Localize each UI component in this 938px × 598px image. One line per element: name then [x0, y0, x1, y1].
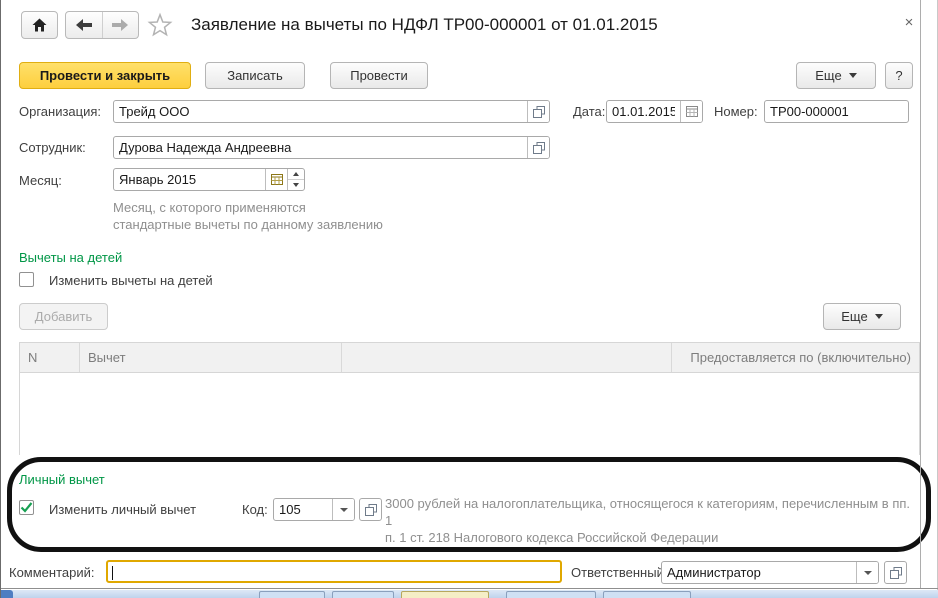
taskbar-button[interactable]: [259, 591, 325, 598]
organization-field: [113, 100, 550, 123]
back-arrow-icon: [75, 19, 92, 31]
spinner-up-button[interactable]: [288, 169, 304, 180]
forward-arrow-icon: [112, 19, 129, 31]
more-button-table[interactable]: Еще: [823, 303, 901, 330]
comment-field: [106, 560, 562, 583]
home-button[interactable]: [21, 11, 58, 39]
deductions-table-body[interactable]: [20, 373, 919, 455]
taskbar-button-active[interactable]: [401, 591, 489, 598]
more-button-top[interactable]: Еще: [796, 62, 876, 89]
change-personal-checkbox-label: Изменить личный вычет: [49, 502, 197, 517]
post-and-close-button[interactable]: Провести и закрыть: [19, 62, 191, 89]
chevron-down-icon: [863, 570, 872, 575]
month-hint-line-1: Месяц, с которого применяются: [113, 200, 306, 215]
code-input[interactable]: [274, 499, 332, 520]
forward-button[interactable]: [103, 12, 139, 38]
responsible-label: Ответственный:: [571, 565, 668, 580]
page-title: Заявление на вычеты по НДФЛ ТР00-000001 …: [191, 15, 658, 34]
personal-section-title: Личный вычет: [19, 472, 105, 487]
employee-field: [113, 136, 550, 159]
taskbar: [1, 590, 938, 598]
responsible-dropdown-button[interactable]: [856, 562, 878, 583]
code-dropdown-button[interactable]: [332, 499, 354, 520]
add-row-button: Добавить: [19, 303, 108, 330]
more-button-table-label: Еще: [841, 309, 868, 324]
date-label: Дата:: [573, 104, 606, 119]
open-link-icon: [889, 566, 902, 579]
code-label: Код:: [242, 502, 268, 517]
more-button-label: Еще: [815, 68, 842, 83]
change-children-checkbox[interactable]: [19, 272, 34, 287]
date-calendar-button[interactable]: [680, 101, 702, 122]
open-link-icon: [364, 503, 377, 516]
favorite-star-icon[interactable]: [147, 12, 173, 38]
code-description: 3000 рублей на налогоплательщика, относя…: [385, 495, 920, 546]
column-header-provided-until[interactable]: Предоставляется по (включительно): [672, 343, 919, 372]
taskbar-button[interactable]: [332, 591, 394, 598]
checkmark-icon: [20, 502, 33, 513]
column-header-n[interactable]: N: [20, 343, 80, 372]
code-open-button[interactable]: [359, 498, 382, 521]
home-icon: [32, 18, 47, 32]
help-button[interactable]: ?: [885, 62, 913, 89]
employee-label: Сотрудник:: [19, 140, 86, 155]
change-children-checkbox-label: Изменить вычеты на детей: [49, 273, 213, 288]
triangle-up-icon: [293, 172, 299, 176]
change-personal-checkbox[interactable]: [19, 500, 34, 515]
open-link-icon: [532, 141, 545, 154]
month-calendar-icon: [270, 174, 283, 185]
deductions-table: N Вычет Предоставляется по (включительно…: [19, 342, 920, 455]
employee-open-button[interactable]: [527, 137, 549, 158]
post-button[interactable]: Провести: [330, 62, 428, 89]
comment-label: Комментарий:: [9, 565, 95, 580]
column-header-spacer: [342, 343, 672, 372]
chevron-down-icon: [339, 507, 348, 512]
write-button[interactable]: Записать: [205, 62, 305, 89]
month-calendar-button[interactable]: [265, 169, 287, 190]
month-spinner: [287, 169, 304, 190]
window-bottom-border: [1, 588, 938, 589]
open-link-icon: [532, 105, 545, 118]
deductions-table-header: N Вычет Предоставляется по (включительно…: [20, 343, 919, 373]
code-description-line-1: 3000 рублей на налогоплательщика, относя…: [385, 496, 911, 528]
date-input[interactable]: [607, 101, 680, 122]
calendar-icon: [685, 106, 698, 117]
month-hint: Месяц, с которого применяются стандартны…: [113, 199, 383, 233]
organization-open-button[interactable]: [527, 101, 549, 122]
column-header-deduction[interactable]: Вычет: [80, 343, 342, 372]
chevron-down-icon: [874, 314, 883, 319]
taskbar-button[interactable]: [506, 591, 596, 598]
back-button[interactable]: [66, 12, 103, 38]
window-right-border: [920, 0, 921, 588]
month-label: Месяц:: [19, 173, 62, 188]
deduction-application-window: Заявление на вычеты по НДФЛ ТР00-000001 …: [0, 0, 938, 598]
organization-label: Организация:: [19, 104, 102, 119]
responsible-field: [661, 561, 879, 584]
number-label: Номер:: [714, 104, 758, 119]
taskbar-button[interactable]: [603, 591, 691, 598]
responsible-open-button[interactable]: [884, 561, 907, 584]
close-icon[interactable]: ×: [899, 12, 919, 32]
month-field: [113, 168, 305, 191]
spinner-down-button[interactable]: [288, 180, 304, 190]
chevron-down-icon: [848, 73, 857, 78]
comment-input[interactable]: [113, 562, 560, 581]
organization-input[interactable]: [114, 101, 527, 122]
history-nav: [65, 11, 139, 39]
code-description-line-2: п. 1 ст. 218 Налогового кодекса Российск…: [385, 530, 719, 545]
employee-input[interactable]: [114, 137, 527, 158]
triangle-down-icon: [293, 183, 299, 187]
code-field: [273, 498, 355, 521]
children-section-title: Вычеты на детей: [19, 250, 123, 265]
responsible-input[interactable]: [662, 562, 856, 583]
number-input[interactable]: [765, 101, 908, 122]
number-field: [764, 100, 909, 123]
month-input[interactable]: [114, 169, 265, 190]
taskbar-start-icon[interactable]: [1, 590, 13, 598]
date-field: [606, 100, 703, 123]
month-hint-line-2: стандартные вычеты по данному заявлению: [113, 217, 383, 232]
